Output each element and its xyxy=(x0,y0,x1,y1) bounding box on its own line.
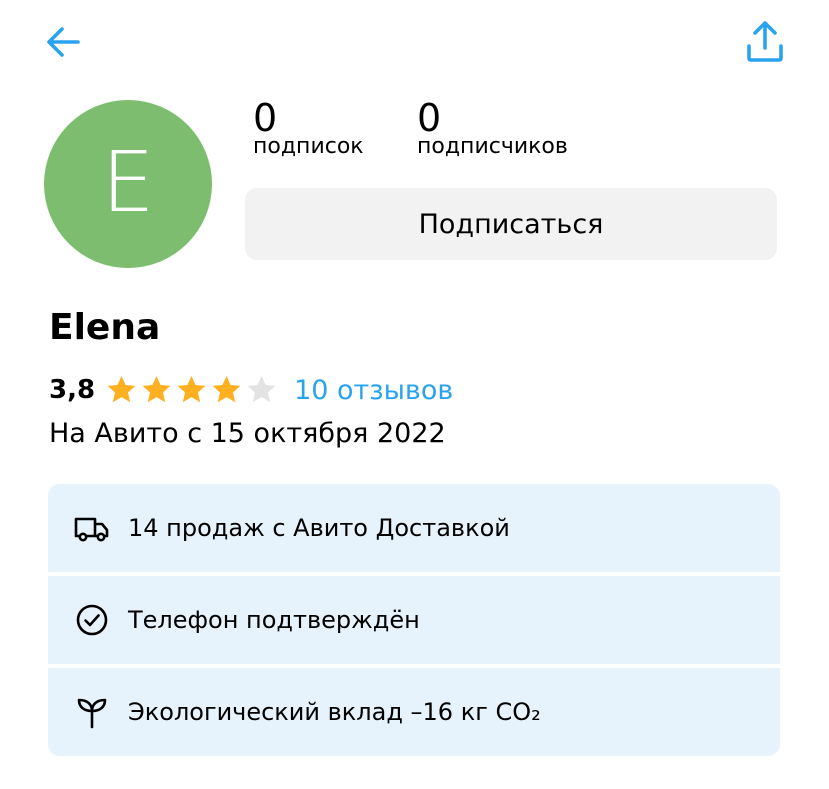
check-circle-icon xyxy=(76,604,108,636)
star-filled-icon xyxy=(142,375,171,402)
subscribers-label: подписчиков xyxy=(417,134,568,159)
user-name: Elena xyxy=(49,307,161,348)
share-icon xyxy=(747,21,783,62)
rating-value: 3,8 xyxy=(49,375,96,405)
info-eco-text: Экологический вклад –16 кг CO₂ xyxy=(128,698,541,726)
rating-stars xyxy=(105,374,280,407)
subscriptions-stat[interactable]: 0 подписок xyxy=(253,96,364,158)
sprout-icon xyxy=(77,698,107,729)
subscribers-stat[interactable]: 0 подписчиков xyxy=(417,96,568,158)
top-bar xyxy=(0,0,829,90)
subscriptions-label: подписок xyxy=(253,134,364,159)
info-phone-text: Телефон подтверждён xyxy=(128,606,420,634)
back-button[interactable] xyxy=(44,22,84,62)
avatar: E xyxy=(44,100,212,268)
subscribe-button[interactable]: Подписаться xyxy=(245,188,777,260)
arrow-left-icon xyxy=(47,27,80,57)
avatar-letter: E xyxy=(101,133,155,231)
rating-row: 3,8 10 отзывов xyxy=(49,370,453,410)
star-filled-icon xyxy=(107,375,136,402)
reviews-link[interactable]: 10 отзывов xyxy=(294,375,453,406)
info-delivery: 14 продаж с Авито Доставкой xyxy=(48,484,780,572)
info-phone: Телефон подтверждён xyxy=(48,576,780,664)
star-filled-icon xyxy=(212,375,241,402)
info-delivery-text: 14 продаж с Авито Доставкой xyxy=(128,514,510,542)
star-empty-icon xyxy=(247,375,276,402)
star-filled-icon xyxy=(177,375,206,402)
info-eco: Экологический вклад –16 кг CO₂ xyxy=(48,668,780,756)
truck-icon xyxy=(74,517,109,542)
share-button[interactable] xyxy=(744,20,786,64)
member-since: На Авито с 15 октября 2022 xyxy=(49,418,446,449)
